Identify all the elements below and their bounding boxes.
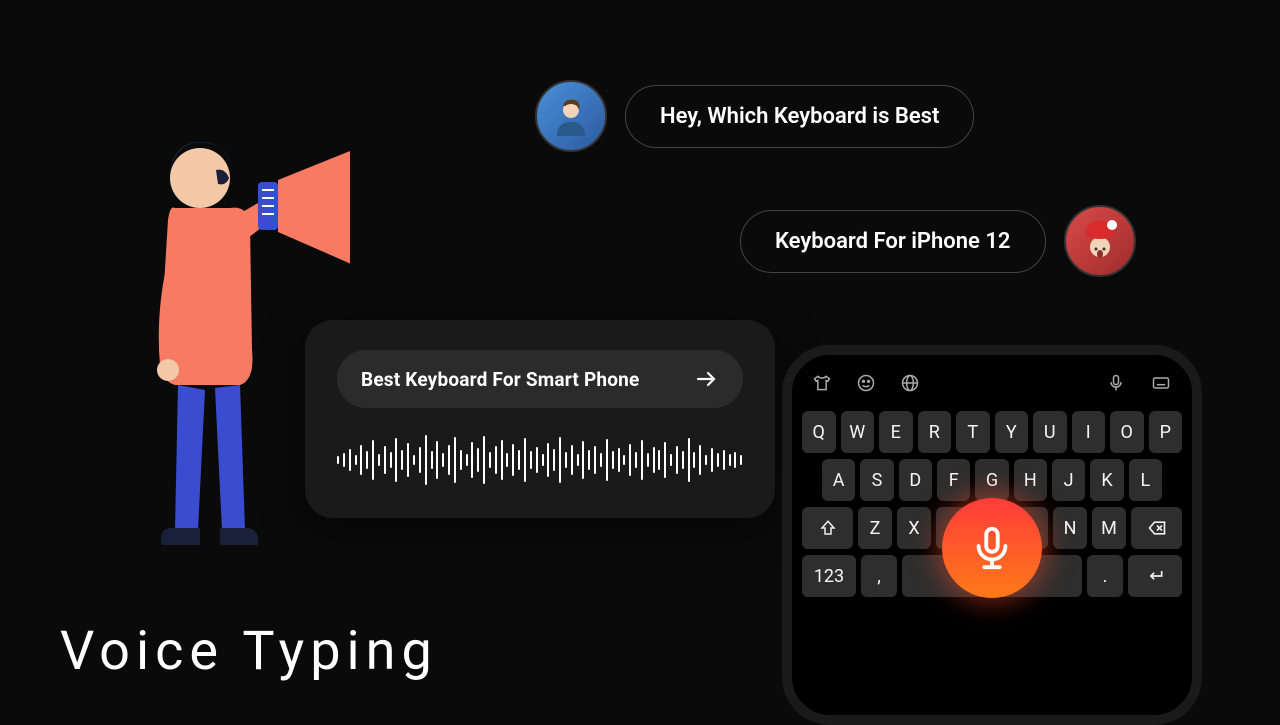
mic-button-glow: [917, 473, 1067, 623]
voice-input-card: Best Keyboard For Smart Phone: [305, 320, 775, 518]
chat-message-2: Keyboard For iPhone 12: [740, 205, 1136, 277]
keyboard-toolbar: [802, 367, 1182, 411]
key-z[interactable]: Z: [858, 507, 892, 549]
key-e[interactable]: E: [879, 411, 913, 453]
shift-key[interactable]: [802, 507, 853, 549]
chat-bubble-2: Keyboard For iPhone 12: [740, 210, 1046, 273]
key-d[interactable]: D: [899, 459, 932, 501]
backspace-key[interactable]: [1131, 507, 1182, 549]
key-k[interactable]: K: [1090, 459, 1123, 501]
key-q[interactable]: Q: [802, 411, 836, 453]
key-t[interactable]: T: [956, 411, 990, 453]
emoji-icon[interactable]: [856, 373, 876, 397]
key-l[interactable]: L: [1129, 459, 1162, 501]
key-s[interactable]: S: [860, 459, 893, 501]
chat-message-1: Hey, Which Keyboard is Best: [535, 80, 974, 152]
period-key[interactable]: .: [1087, 555, 1123, 597]
key-i[interactable]: I: [1072, 411, 1106, 453]
shirt-icon[interactable]: [812, 373, 832, 397]
page-title: Voice Typing: [60, 620, 438, 683]
comma-key[interactable]: ,: [861, 555, 897, 597]
keyboard-phone: QWERTYUIOP ASDFGHJKL ZXCVBNM 123 , Space…: [782, 345, 1202, 725]
voice-input-pill[interactable]: Best Keyboard For Smart Phone: [337, 350, 743, 408]
globe-icon[interactable]: [900, 373, 920, 397]
key-o[interactable]: O: [1110, 411, 1144, 453]
key-j[interactable]: J: [1052, 459, 1085, 501]
avatar-user-1: [535, 80, 607, 152]
key-y[interactable]: Y: [995, 411, 1029, 453]
voice-input-text: Best Keyboard For Smart Phone: [361, 368, 639, 391]
numeric-key[interactable]: 123: [802, 555, 856, 597]
key-p[interactable]: P: [1149, 411, 1183, 453]
arrow-right-icon: [693, 366, 719, 392]
mic-button[interactable]: [942, 498, 1042, 598]
key-u[interactable]: U: [1033, 411, 1067, 453]
key-m[interactable]: M: [1092, 507, 1126, 549]
chat-bubble-1: Hey, Which Keyboard is Best: [625, 85, 974, 148]
audio-waveform: [337, 430, 743, 490]
keyboard-hide-icon[interactable]: [1150, 373, 1172, 397]
key-w[interactable]: W: [841, 411, 875, 453]
return-key[interactable]: [1128, 555, 1182, 597]
key-r[interactable]: R: [918, 411, 952, 453]
mic-small-icon[interactable]: [1106, 373, 1126, 397]
key-a[interactable]: A: [822, 459, 855, 501]
avatar-user-2: [1064, 205, 1136, 277]
